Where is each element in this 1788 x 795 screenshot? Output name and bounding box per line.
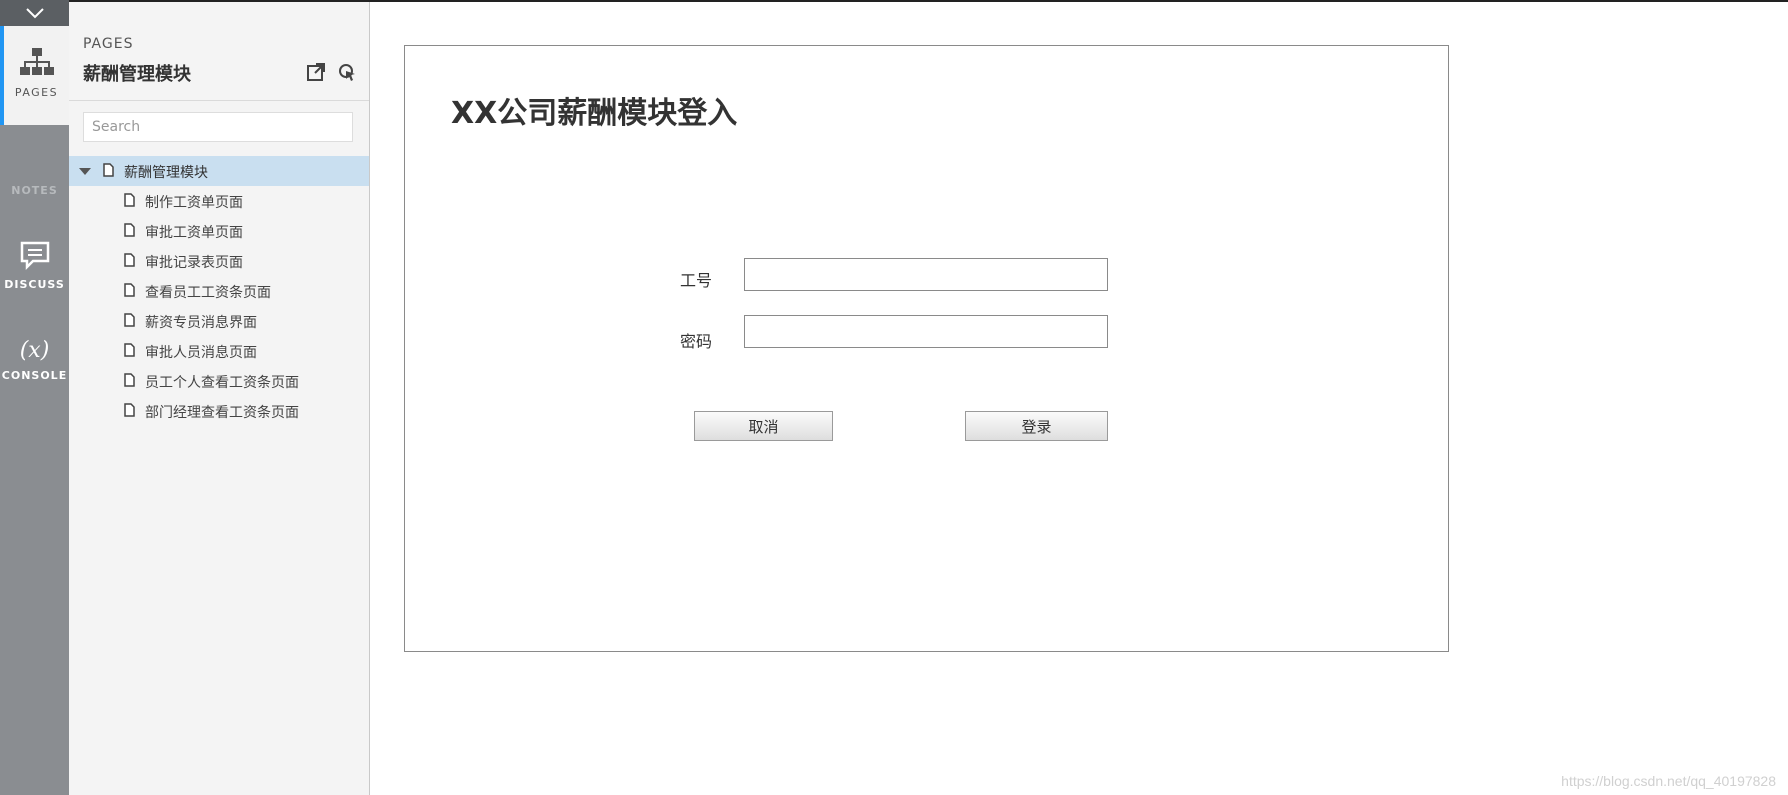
- page-title: XX公司薪酬模块登入: [451, 96, 738, 131]
- tree-child-label: 员工个人查看工资条页面: [145, 375, 299, 391]
- rail-tab-pages[interactable]: PAGES: [0, 26, 69, 125]
- page-tree: 薪酬管理模块 制作工资单页面 审批工资单页面 审批记录表页面 查看员工工资条页面…: [69, 156, 369, 426]
- tree-child-label: 审批工资单页面: [145, 225, 243, 241]
- panel-divider: [69, 100, 369, 101]
- tree-child-label: 制作工资单页面: [145, 195, 243, 211]
- password-label: 密码: [680, 332, 713, 351]
- rail-tab-discuss[interactable]: DISCUSS: [0, 240, 69, 291]
- panel-heading: PAGES: [83, 36, 134, 52]
- employee-id-label: 工号: [680, 271, 713, 290]
- open-external-icon[interactable]: [306, 62, 326, 82]
- login-button[interactable]: 登录: [965, 411, 1108, 441]
- login-artboard: XX公司薪酬模块登入 工号 密码 取消 登录: [404, 45, 1449, 652]
- cancel-button[interactable]: 取消: [694, 411, 833, 441]
- tree-child-item[interactable]: 查看员工工资条页面: [69, 276, 369, 306]
- password-input[interactable]: [744, 315, 1108, 348]
- expand-caret-icon[interactable]: [79, 168, 91, 175]
- tree-child-label: 部门经理查看工资条页面: [145, 405, 299, 421]
- page-icon: [124, 403, 135, 417]
- sitemap-icon: [19, 48, 54, 75]
- variable-icon: (x): [19, 338, 50, 363]
- page-icon: [124, 193, 135, 207]
- tree-child-label: 审批记录表页面: [145, 255, 243, 271]
- tree-child-item[interactable]: 审批人员消息页面: [69, 336, 369, 366]
- tree-child-item[interactable]: 部门经理查看工资条页面: [69, 396, 369, 426]
- collapse-toggle[interactable]: [0, 0, 69, 26]
- page-icon: [103, 163, 114, 177]
- pages-panel: PAGES 薪酬管理模块 薪酬管理模块 制作工资单页面 审批工资单页面 审批: [69, 2, 370, 795]
- icon-rail: PAGES NOTES DISCUSS (x) CONSOLE: [0, 0, 69, 795]
- employee-id-input[interactable]: [744, 258, 1108, 291]
- project-title: 薪酬管理模块: [83, 64, 191, 85]
- tree-child-label: 审批人员消息页面: [145, 345, 257, 361]
- tree-child-label: 查看员工工资条页面: [145, 285, 271, 301]
- page-icon: [124, 223, 135, 237]
- tree-child-label: 薪资专员消息界面: [145, 315, 257, 331]
- tree-child-item[interactable]: 薪资专员消息界面: [69, 306, 369, 336]
- tree-child-item[interactable]: 员工个人查看工资条页面: [69, 366, 369, 396]
- rail-tab-notes[interactable]: NOTES: [0, 184, 69, 197]
- page-icon: [124, 283, 135, 297]
- page-icon: [124, 373, 135, 387]
- tree-root-item[interactable]: 薪酬管理模块: [69, 156, 369, 186]
- tree-child-item[interactable]: 制作工资单页面: [69, 186, 369, 216]
- rail-tab-console[interactable]: (x) CONSOLE: [0, 338, 69, 382]
- rail-pages-label: PAGES: [14, 86, 59, 99]
- tree-child-item[interactable]: 审批记录表页面: [69, 246, 369, 276]
- rail-console-label: CONSOLE: [1, 369, 68, 382]
- pointer-icon[interactable]: [337, 62, 357, 82]
- chevron-down-icon: [25, 8, 44, 19]
- search-input[interactable]: [83, 112, 353, 142]
- rail-notes-label: NOTES: [11, 184, 58, 197]
- page-icon: [124, 313, 135, 327]
- page-icon: [124, 253, 135, 267]
- watermark: https://blog.csdn.net/qq_40197828: [1561, 773, 1776, 789]
- page-icon: [124, 343, 135, 357]
- tree-root-label: 薪酬管理模块: [124, 165, 208, 181]
- comment-icon: [20, 241, 49, 271]
- rail-discuss-label: DISCUSS: [4, 278, 65, 291]
- tree-child-item[interactable]: 审批工资单页面: [69, 216, 369, 246]
